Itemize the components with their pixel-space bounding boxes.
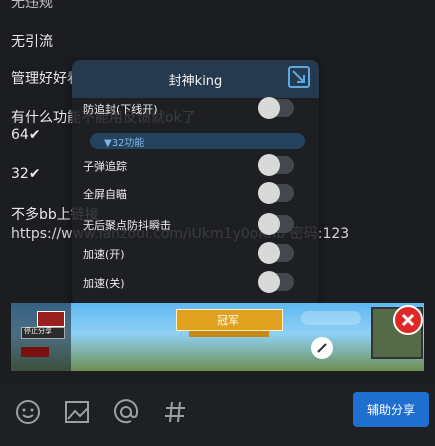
mod-menu-title: 封神king [168,74,223,89]
toggle-label: 加速(开) [83,248,125,261]
edit-icon[interactable] [311,337,333,359]
toggle-label: 无后聚点防抖瞬击 [83,219,171,232]
post-line-32: 32✔ [11,166,41,182]
emoji-icon[interactable] [15,399,41,425]
toggle-row-no-recoil[interactable]: 无后聚点防抖瞬击 [72,213,319,237]
toggle-switch[interactable] [258,97,294,119]
toggle-row-speed-off[interactable]: 加速(关) [72,271,319,295]
collapse-icon[interactable] [288,66,310,88]
post-line-partial: 无违规 [11,0,53,11]
section-label: ▼32功能 [104,138,145,149]
toggle-row-anti-ban[interactable]: 防追封(下线开) [72,97,319,121]
champion-subbar [189,331,269,337]
hashtag-icon[interactable] [162,399,188,425]
toggle-knob [258,97,280,119]
mention-icon[interactable] [113,399,139,425]
mod-menu-panel: 封神king 防追封(下线开) ▼32功能 子弹追踪 全屏自瞄 无后聚点防抖瞬击… [72,60,319,305]
toggle-knob [258,154,280,176]
stop-share-label: 停止分享 [24,327,52,335]
toggle-switch[interactable] [258,154,294,176]
toggle-knob [258,271,280,293]
toggle-row-aimbot[interactable]: 全屏自瞄 [72,182,319,206]
champion-banner: 冠军 [176,309,283,331]
toggle-row-bullet-tracking[interactable]: 子弹追踪 [72,154,319,178]
toggle-knob [258,242,280,264]
game-badge [37,311,65,327]
close-icon[interactable] [393,305,423,335]
composer-toolbar: 辅助分享 [0,383,435,446]
toggle-knob [258,213,280,235]
game-screenshot[interactable]: 停止分享 冠军 [11,303,424,371]
image-icon[interactable] [64,399,90,425]
toggle-label: 加速(关) [83,277,125,290]
post-line-no-traffic: 无引流 [11,34,53,50]
toggle-label: 子弹追踪 [83,160,127,173]
game-hud-icons [301,311,361,325]
toggle-switch[interactable] [258,242,294,264]
champion-label: 冠军 [217,314,239,327]
toggle-switch[interactable] [258,213,294,235]
stop-share-chip: 停止分享 [21,327,65,339]
toggle-switch[interactable] [258,271,294,293]
toggle-label: 全屏自瞄 [83,188,127,201]
toggle-knob [258,182,280,204]
share-button[interactable]: 辅助分享 [353,392,429,427]
toggle-label: 防追封(下线开) [83,103,158,116]
vehicle-icon [21,347,49,357]
mod-menu-header[interactable]: 封神king [72,60,319,98]
post-line-64: 64✔ [11,127,41,143]
section-header-32[interactable]: ▼32功能 [90,133,305,149]
toggle-row-speed-on[interactable]: 加速(开) [72,242,319,266]
toggle-switch[interactable] [258,182,294,204]
